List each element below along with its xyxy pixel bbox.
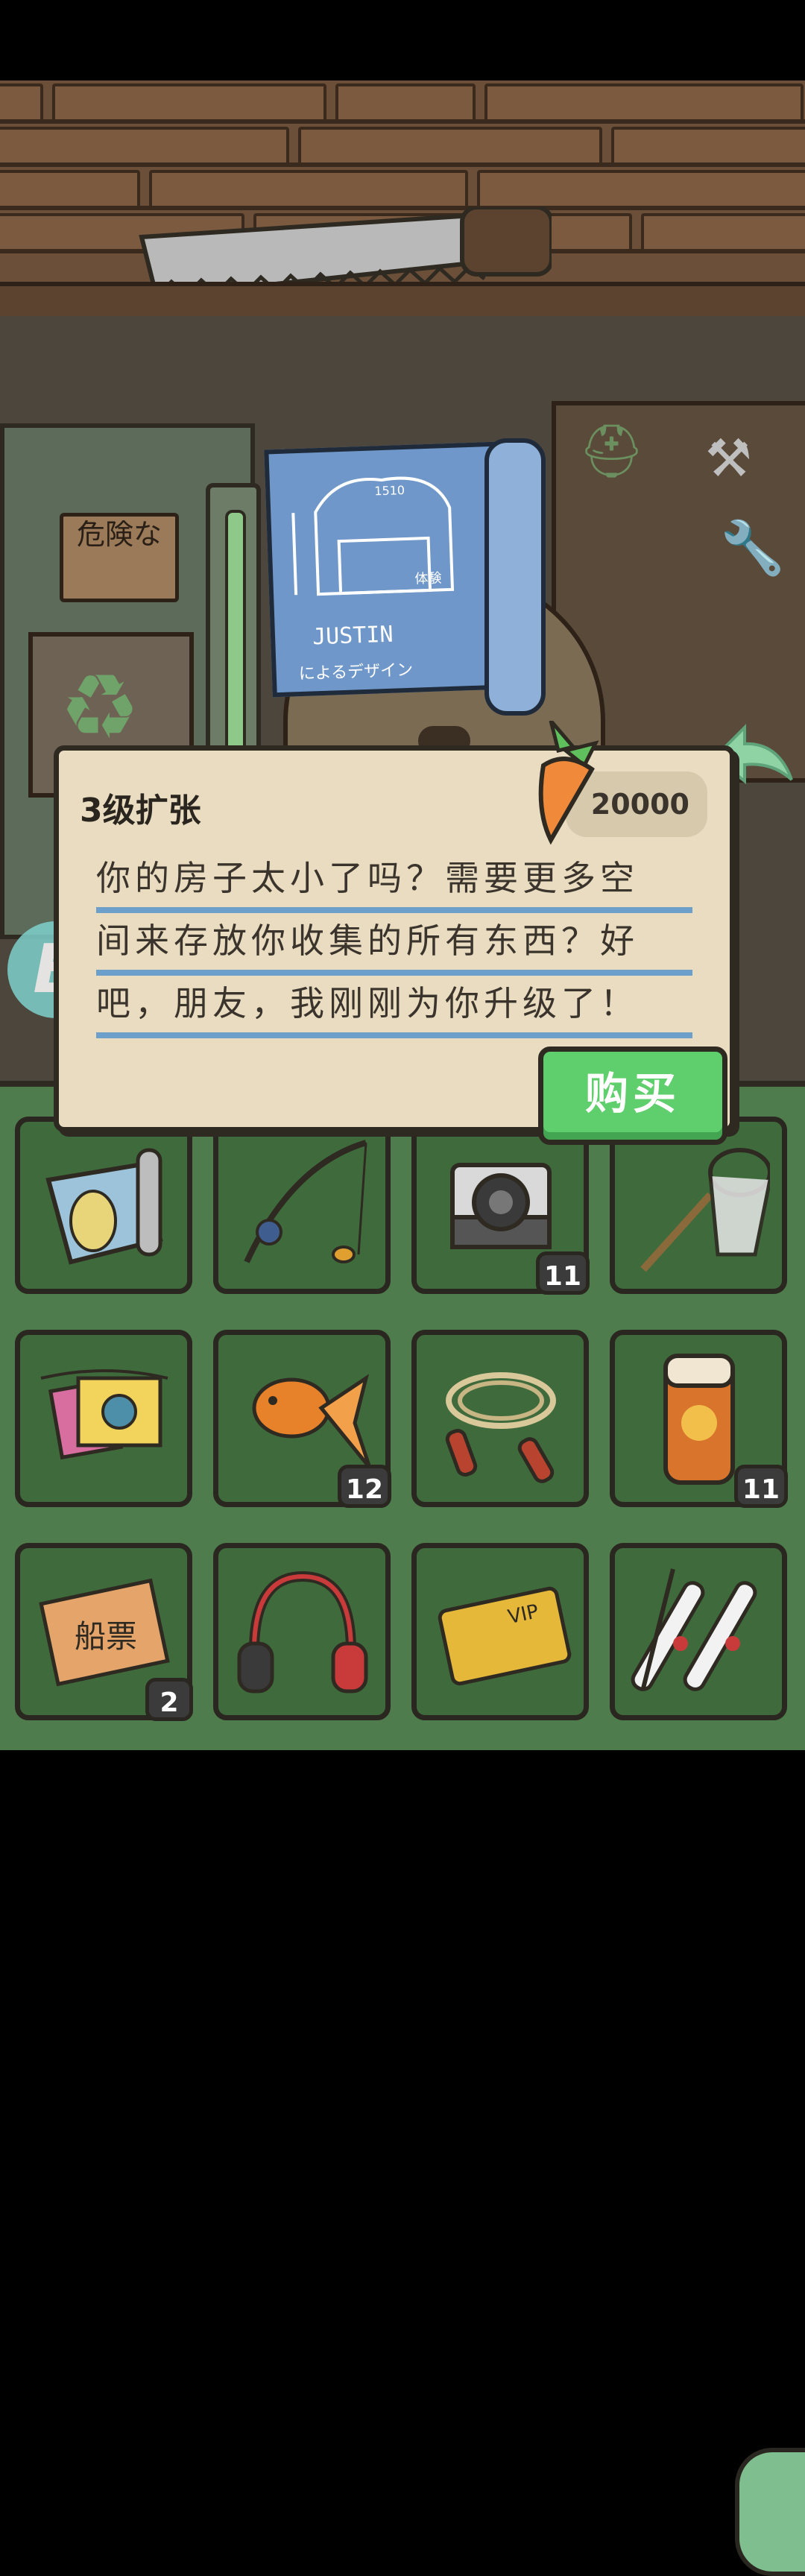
dialog-title: 3级扩张 bbox=[80, 792, 201, 830]
recycle-icon: ♻ bbox=[60, 656, 140, 760]
wrench-icon: 🔧 bbox=[720, 517, 786, 578]
hammer-icon: ⚒ bbox=[705, 428, 752, 489]
brick bbox=[484, 83, 804, 122]
blueprint-roll bbox=[484, 438, 546, 716]
brick bbox=[611, 127, 805, 165]
brick bbox=[477, 170, 805, 209]
brick bbox=[298, 127, 602, 165]
helmet-icon: ⛑ bbox=[578, 420, 645, 482]
brick-row bbox=[0, 80, 805, 124]
brick bbox=[149, 170, 468, 209]
side-tab-peek bbox=[735, 2448, 805, 2576]
inventory-slot-jump-rope[interactable] bbox=[411, 1330, 589, 1507]
jump-rope-icon bbox=[445, 1372, 556, 1483]
item-count-badge: 2 bbox=[145, 1678, 193, 1721]
headphones-icon bbox=[237, 1570, 368, 1693]
inventory-slot-map[interactable] bbox=[15, 1117, 192, 1294]
item-count-badge: 11 bbox=[535, 1251, 590, 1295]
vip-card-icon: VIP bbox=[438, 1586, 572, 1686]
buy-button-label: 购买 bbox=[584, 1068, 681, 1119]
brick bbox=[335, 83, 476, 122]
brick-row bbox=[0, 167, 805, 210]
inventory-panel: 11 12 11 船票 2 VIP bbox=[0, 1081, 805, 2576]
inventory-slot-skis[interactable] bbox=[610, 1543, 787, 1720]
inventory-slot-bunting[interactable] bbox=[15, 1330, 192, 1507]
description-line-3: 吧，朋友，我刚刚为你升级了！ bbox=[96, 982, 692, 1038]
brick bbox=[52, 83, 326, 122]
inventory-slot-fishing-rod[interactable] bbox=[213, 1117, 391, 1294]
buy-button[interactable]: 购买 bbox=[538, 1046, 727, 1145]
fishing-rod-icon bbox=[244, 1140, 367, 1263]
brick bbox=[0, 170, 140, 209]
inventory-slot-ticket[interactable]: 船票 2 bbox=[15, 1543, 193, 1721]
inventory-slot-headphones[interactable] bbox=[213, 1543, 391, 1720]
brick bbox=[641, 213, 805, 252]
danger-sign-text: 危険な bbox=[76, 518, 162, 551]
ticket-text: 船票 bbox=[75, 1618, 137, 1655]
brick-row bbox=[0, 124, 805, 167]
brick bbox=[0, 83, 43, 122]
blueprint-subtitle: によるデザイン bbox=[298, 660, 414, 684]
description-line-2: 间来存放你收集的所有东西？好 bbox=[96, 919, 692, 976]
danger-sign: 危険な bbox=[60, 513, 179, 602]
inventory-slot-goldfish[interactable]: 12 bbox=[213, 1330, 391, 1508]
skis-icon bbox=[631, 1568, 757, 1691]
bunting-icon bbox=[40, 1369, 168, 1460]
inventory-slot-sunscreen[interactable]: 11 bbox=[610, 1330, 788, 1508]
carrot-icon bbox=[538, 721, 599, 845]
item-count-badge: 12 bbox=[337, 1465, 391, 1508]
blueprint-label: 1510 bbox=[374, 483, 405, 498]
blueprint-title: JUSTIN bbox=[312, 621, 394, 651]
wooden-shelf bbox=[0, 282, 805, 321]
brick bbox=[0, 127, 289, 165]
house-sketch-icon: 1510 体験 bbox=[291, 476, 455, 596]
status-bar bbox=[0, 0, 805, 80]
blueprint-note: 体験 bbox=[414, 570, 442, 587]
blueprint-sheet: 1510 体験 JUSTIN によるデザイン bbox=[264, 441, 505, 698]
item-count-badge: 11 bbox=[733, 1465, 788, 1508]
bug-net-icon bbox=[640, 1148, 770, 1272]
description-line-1: 你的房子太小了吗？需要更多空 bbox=[96, 856, 692, 913]
inventory-slot-vip-card[interactable]: VIP bbox=[411, 1543, 589, 1720]
map-icon bbox=[45, 1148, 163, 1265]
